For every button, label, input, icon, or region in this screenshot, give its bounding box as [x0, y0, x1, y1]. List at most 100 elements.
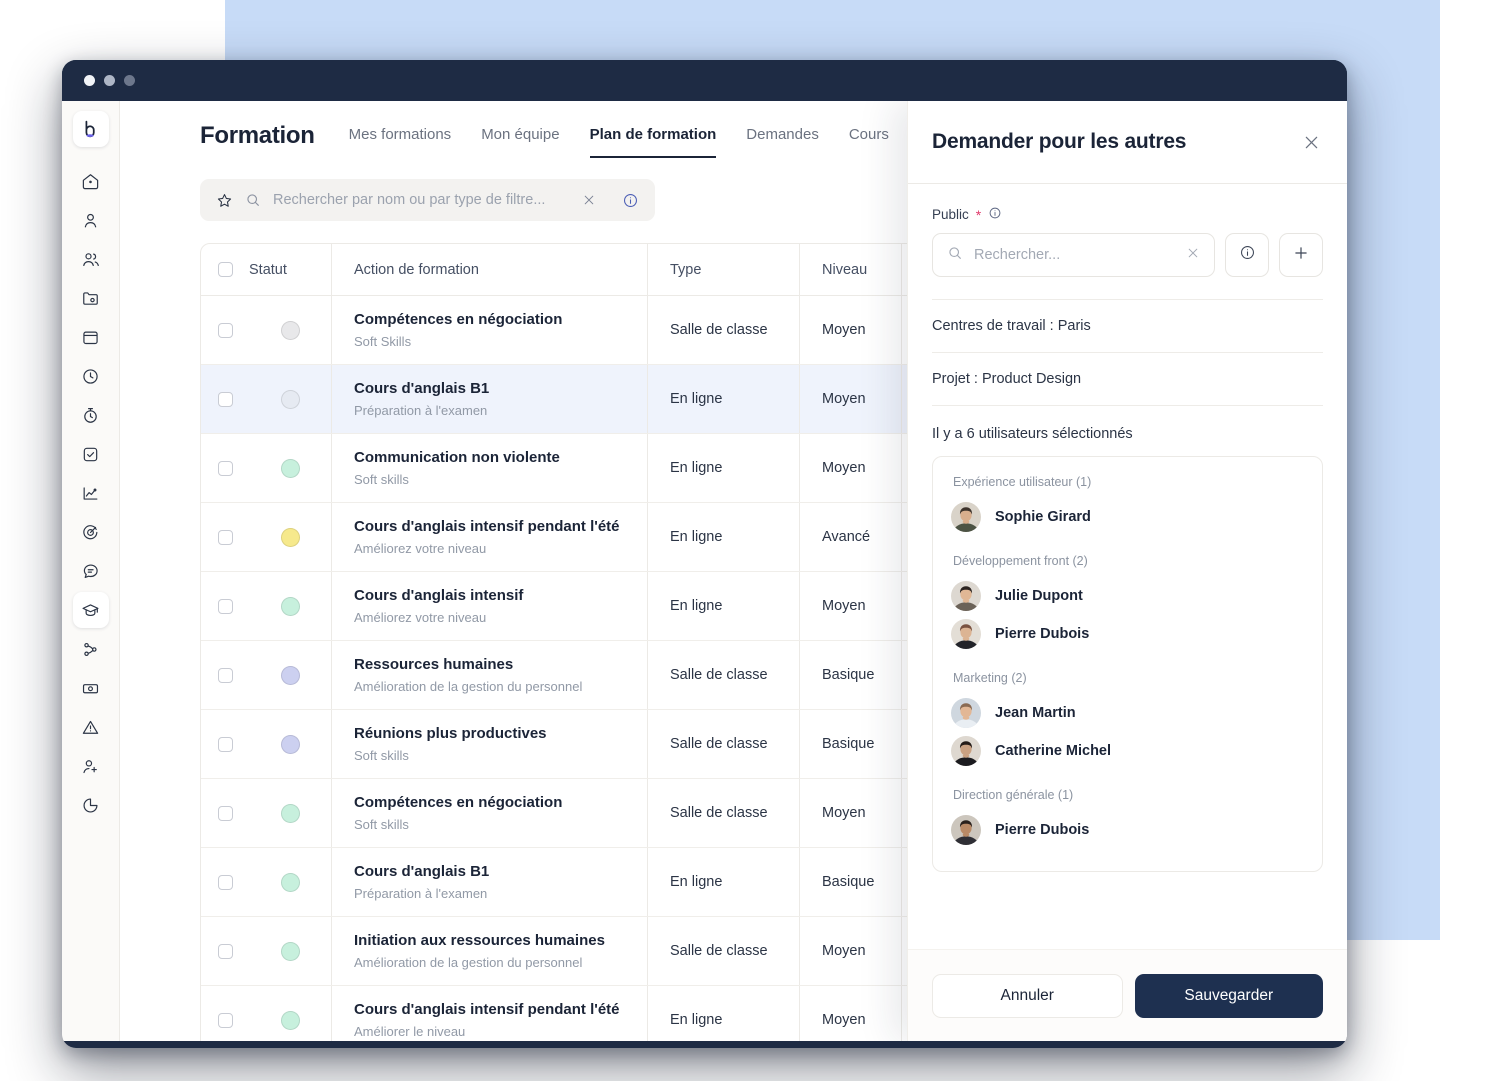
stopwatch-icon — [81, 406, 100, 425]
row-type: Salle de classe — [670, 322, 768, 338]
row-status-cell — [249, 503, 331, 571]
tab-mon-equipe[interactable]: Mon équipe — [481, 126, 559, 156]
row-niveau-cell: Moyen — [799, 917, 901, 985]
close-window-button[interactable] — [84, 75, 95, 86]
search-input[interactable]: Rechercher par nom ou par type de filtre… — [273, 192, 570, 208]
status-badge — [280, 803, 300, 823]
list-item[interactable]: Catherine Michel — [951, 732, 1304, 770]
chat-icon — [81, 562, 100, 581]
graduation-cap-icon — [81, 601, 100, 620]
sidebar-item-home[interactable] — [73, 163, 109, 199]
list-item[interactable]: Jean Martin — [951, 694, 1304, 732]
alert-icon — [81, 718, 100, 737]
task-check-icon — [81, 445, 100, 464]
public-info-button[interactable] — [1225, 233, 1269, 277]
info-icon[interactable] — [622, 192, 639, 209]
sidebar-item-time[interactable] — [73, 358, 109, 394]
status-badge — [280, 527, 300, 547]
star-icon[interactable] — [216, 192, 233, 209]
sidebar-item-reports[interactable] — [73, 787, 109, 823]
sidebar-item-feedback[interactable] — [73, 553, 109, 589]
sidebar-item-workflows[interactable] — [73, 631, 109, 667]
status-badge — [280, 734, 300, 754]
page-title: Formation — [200, 122, 315, 149]
row-checkbox[interactable] — [217, 529, 233, 545]
column-header-niveau[interactable]: Niveau — [822, 262, 867, 278]
row-checkbox[interactable] — [217, 460, 233, 476]
sidebar-item-goals[interactable] — [73, 514, 109, 550]
tab-cours[interactable]: Cours — [849, 126, 889, 156]
row-checkbox[interactable] — [217, 391, 233, 407]
add-public-button[interactable] — [1279, 233, 1323, 277]
tab-demandes[interactable]: Demandes — [746, 126, 819, 156]
info-icon — [1239, 244, 1256, 266]
row-niveau: Moyen — [822, 598, 866, 614]
column-header-action[interactable]: Action de formation — [354, 262, 647, 278]
sidebar-item-recruitment[interactable] — [73, 748, 109, 784]
row-type-cell: Salle de classe — [647, 779, 799, 847]
row-niveau-cell: Basique — [799, 641, 901, 709]
list-item[interactable]: Julie Dupont — [951, 577, 1304, 615]
target-icon — [81, 523, 100, 542]
filter-search-bar[interactable]: Rechercher par nom ou par type de filtre… — [200, 179, 655, 221]
sidebar-item-alerts[interactable] — [73, 709, 109, 745]
public-search-field[interactable]: Rechercher... — [932, 233, 1215, 277]
sidebar-item-attendance[interactable] — [73, 397, 109, 433]
row-checkbox[interactable] — [217, 667, 233, 683]
close-icon[interactable] — [1186, 246, 1200, 265]
meta-centres-de-travail: Centres de travail : Paris — [932, 299, 1323, 353]
select-all-checkbox[interactable] — [217, 262, 233, 277]
row-status-cell — [249, 986, 331, 1041]
status-badge — [280, 1010, 300, 1030]
close-icon[interactable] — [1302, 133, 1321, 152]
minimize-window-button[interactable] — [104, 75, 115, 86]
tab-plan-de-formation[interactable]: Plan de formation — [589, 126, 717, 158]
row-checkbox[interactable] — [217, 1012, 233, 1028]
row-checkbox[interactable] — [217, 943, 233, 959]
chart-line-icon — [81, 484, 100, 503]
sidebar-item-payroll[interactable] — [73, 670, 109, 706]
sidebar-item-learning[interactable] — [72, 592, 109, 628]
info-icon[interactable] — [988, 206, 1002, 223]
row-subtitle: Améliorez votre niveau — [354, 541, 487, 556]
row-action-cell: Cours d'anglais intensif Améliorez votre … — [331, 572, 647, 640]
maximize-window-button[interactable] — [124, 75, 135, 86]
row-checkbox[interactable] — [217, 874, 233, 890]
row-checkbox[interactable] — [217, 322, 233, 338]
list-item[interactable]: Pierre Dubois — [951, 811, 1304, 849]
public-search-input[interactable]: Rechercher... — [974, 247, 1175, 263]
row-niveau-cell: Moyen — [799, 296, 901, 364]
close-icon[interactable] — [582, 193, 596, 207]
avatar — [951, 698, 981, 728]
sidebar-item-people[interactable] — [73, 241, 109, 277]
user-group-label: Expérience utilisateur (1) — [953, 475, 1092, 489]
sidebar-item-profile[interactable] — [73, 202, 109, 238]
row-niveau: Avancé — [822, 529, 871, 545]
sidebar-item-documents[interactable] — [73, 280, 109, 316]
row-checkbox[interactable] — [217, 805, 233, 821]
row-select-cell — [201, 434, 249, 502]
hibob-logo[interactable] — [72, 111, 109, 147]
list-item[interactable]: Pierre Dubois — [951, 615, 1304, 653]
row-select-cell — [201, 365, 249, 433]
row-type-cell: En ligne — [647, 986, 799, 1041]
user-group-label: Marketing (2) — [953, 671, 1027, 685]
row-type-cell: En ligne — [647, 572, 799, 640]
search-icon — [245, 192, 261, 208]
public-search-row: Rechercher... — [932, 233, 1323, 277]
cancel-button[interactable]: Annuler — [932, 973, 1123, 1018]
row-type-cell: Salle de classe — [647, 296, 799, 364]
row-title: Cours d'anglais B1 — [354, 863, 490, 880]
sidebar-item-calendar[interactable] — [73, 319, 109, 355]
tab-mes-formations[interactable]: Mes formations — [349, 126, 452, 156]
list-item[interactable]: Sophie Girard — [951, 498, 1304, 536]
row-niveau: Moyen — [822, 460, 866, 476]
selected-users-list: Expérience utilisateur (1) Sophie Girard D… — [932, 456, 1323, 872]
column-header-type[interactable]: Type — [670, 262, 701, 278]
sidebar-item-analytics[interactable] — [73, 475, 109, 511]
sidebar-item-tasks[interactable] — [73, 436, 109, 472]
row-checkbox[interactable] — [217, 598, 233, 614]
save-button[interactable]: Sauvegarder — [1134, 973, 1323, 1018]
column-header-statut[interactable]: Statut — [249, 262, 331, 278]
row-checkbox[interactable] — [217, 736, 233, 752]
